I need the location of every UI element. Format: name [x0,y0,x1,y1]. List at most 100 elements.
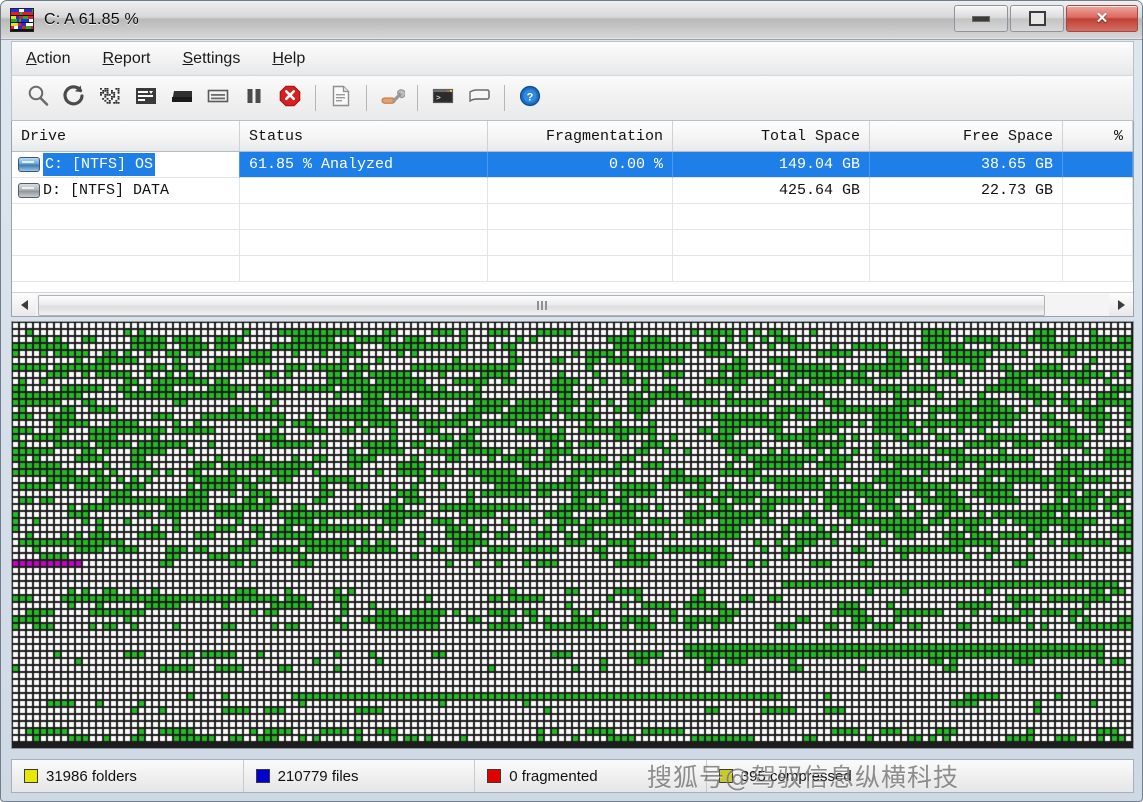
table-row-empty [12,230,1133,256]
cell-empty [673,230,870,256]
analyze-button[interactable] [20,80,56,116]
minimize-icon [972,16,990,22]
menu-item-label: eport [114,50,150,67]
close-icon: ✕ [1096,11,1109,26]
cell-empty [12,256,240,282]
cell-percent [1063,178,1133,204]
window-title: C: A 61.85 % [44,11,139,29]
column-header-status[interactable]: Status [240,121,488,151]
status-fragmented-count: 0 fragmented [475,760,707,792]
compact-button[interactable] [200,80,236,116]
pause-button[interactable] [236,80,272,116]
svg-text:?: ? [527,91,534,103]
full-optimize-icon [133,83,159,114]
maximize-icon [1029,11,1046,26]
table-row[interactable]: C: [NTFS] OS61.85 % Analyzed0.00 %149.04… [12,152,1133,178]
boot-icon [466,83,492,114]
drive-list-hscrollbar[interactable] [12,292,1133,316]
console-button[interactable]: > [425,80,461,116]
help-button[interactable]: ? [512,80,548,116]
menu-accel-key: H [272,50,284,67]
menu-item-settings[interactable]: Settings [179,48,257,70]
stop-button[interactable] [272,80,308,116]
status-label: 395 compressed [741,768,852,785]
cell-empty [240,230,488,256]
cell-empty [870,256,1063,282]
status-bar: 31986 folders 210779 files 0 fragmented 395… [11,759,1134,793]
report-icon [328,83,354,114]
cell-drive: D: [NTFS] DATA [12,178,240,204]
legend-swatch-folders-count [24,769,38,783]
cell-empty [488,256,673,282]
boot-button[interactable] [461,80,497,116]
cell-empty [12,204,240,230]
minimize-button[interactable] [954,5,1008,32]
menu-item-help[interactable]: Help [268,48,321,70]
quick-optimize-button[interactable] [92,80,128,116]
cell-fragmentation [488,178,673,204]
scroll-left-button[interactable] [12,294,36,316]
svg-text:>: > [436,93,441,102]
cell-empty [1063,230,1133,256]
cell-empty [870,230,1063,256]
cell-status [240,178,488,204]
cell-free_space: 22.73 GB [870,178,1063,204]
hscroll-thumb[interactable] [38,295,1045,316]
column-header-free-space[interactable]: Free Space [870,121,1063,151]
status-folders-count: 31986 folders [12,760,244,792]
status-label: 31986 folders [46,768,137,785]
column-header-[interactable]: % [1063,121,1133,151]
disk-cluster-map[interactable] [11,321,1134,749]
status-label: 0 fragmented [509,768,597,785]
full-optimize-button[interactable] [128,80,164,116]
drive-icon-blue [18,157,40,172]
table-row[interactable]: D: [NTFS] DATA425.64 GB22.73 GB [12,178,1133,204]
cell-text: D: [NTFS] DATA [43,182,169,199]
optimize-mft-button[interactable] [164,80,200,116]
menu-item-report[interactable]: Report [98,48,166,70]
defragment-button[interactable] [56,80,92,116]
hscroll-track[interactable] [36,294,1109,316]
cell-empty [240,256,488,282]
menu-accel-key: R [102,50,114,67]
cell-free_space: 38.65 GB [870,152,1063,178]
defragment-icon [61,83,87,114]
report-button[interactable] [323,80,359,116]
cell-drive: C: [NTFS] OS [12,152,240,178]
title-bar: C: A 61.85 % ✕ [1,1,1143,40]
status-compressed-count: 395 compressed [707,760,1133,792]
menu-item-action[interactable]: Action [22,48,86,70]
chevron-left-icon [21,300,28,310]
settings-button[interactable] [374,80,410,116]
column-header-drive[interactable]: Drive [12,121,240,151]
cell-empty [673,204,870,230]
diskmap-blocks-icon [10,8,34,32]
cell-empty [488,204,673,230]
disk-map-canvas[interactable] [12,322,1133,748]
legend-swatch-fragmented-count [487,769,501,783]
status-label: 210779 files [278,768,359,785]
menu-accel-key: A [26,50,37,67]
table-row-empty [12,256,1133,282]
close-button[interactable]: ✕ [1066,5,1138,32]
legend-swatch-files-count [256,769,270,783]
scroll-right-button[interactable] [1109,294,1133,316]
console-icon: > [430,83,456,114]
cell-empty [240,204,488,230]
cell-text: C: [NTFS] OS [43,153,155,176]
cell-empty [1063,204,1133,230]
grip-icon [537,301,547,310]
help-icon: ? [517,83,543,114]
defrag-window: C: A 61.85 % ✕ ActionReportSettingsHelp … [0,0,1143,802]
column-header-total-space[interactable]: Total Space [673,121,870,151]
column-header-fragmentation[interactable]: Fragmentation [488,121,673,151]
pause-icon [241,83,267,114]
legend-swatch-compressed-count [719,769,733,783]
toolbar: >? [11,75,1134,121]
cell-empty [1063,256,1133,282]
toolbar-separator [315,85,316,111]
stop-icon [277,83,303,114]
status-files-count: 210779 files [244,760,476,792]
chevron-right-icon [1118,300,1125,310]
maximize-button[interactable] [1010,5,1064,32]
